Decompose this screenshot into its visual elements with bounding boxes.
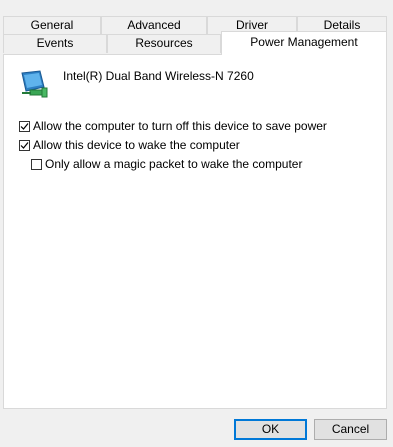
option-label: Only allow a magic packet to wake the co… (45, 157, 303, 171)
cancel-button[interactable]: Cancel (314, 419, 387, 440)
tab-power-management[interactable]: Power Management (221, 31, 387, 55)
option-label: Allow this device to wake the computer (33, 138, 240, 152)
ok-button[interactable]: OK (234, 419, 307, 440)
option-allow-turn-off[interactable]: Allow the computer to turn off this devi… (19, 119, 327, 133)
checkbox-allow-wake[interactable] (19, 139, 30, 151)
network-adapter-icon (18, 69, 50, 99)
tab-advanced[interactable]: Advanced (101, 16, 207, 34)
option-allow-wake[interactable]: Allow this device to wake the computer (19, 138, 240, 152)
power-management-panel: Intel(R) Dual Band Wireless-N 7260 Allow… (3, 54, 387, 409)
tab-resources[interactable]: Resources (107, 34, 221, 53)
option-label: Allow the computer to turn off this devi… (33, 119, 327, 133)
checkbox-magic-packet[interactable] (31, 158, 42, 170)
device-name: Intel(R) Dual Band Wireless-N 7260 (63, 69, 254, 83)
device-properties-dialog: General Advanced Driver Details Events R… (0, 0, 393, 447)
check-icon (20, 141, 29, 149)
tab-general[interactable]: General (3, 16, 101, 34)
check-icon (20, 122, 29, 130)
tab-events[interactable]: Events (3, 34, 107, 53)
checkbox-allow-turn-off[interactable] (19, 120, 30, 132)
option-magic-packet[interactable]: Only allow a magic packet to wake the co… (31, 157, 302, 171)
